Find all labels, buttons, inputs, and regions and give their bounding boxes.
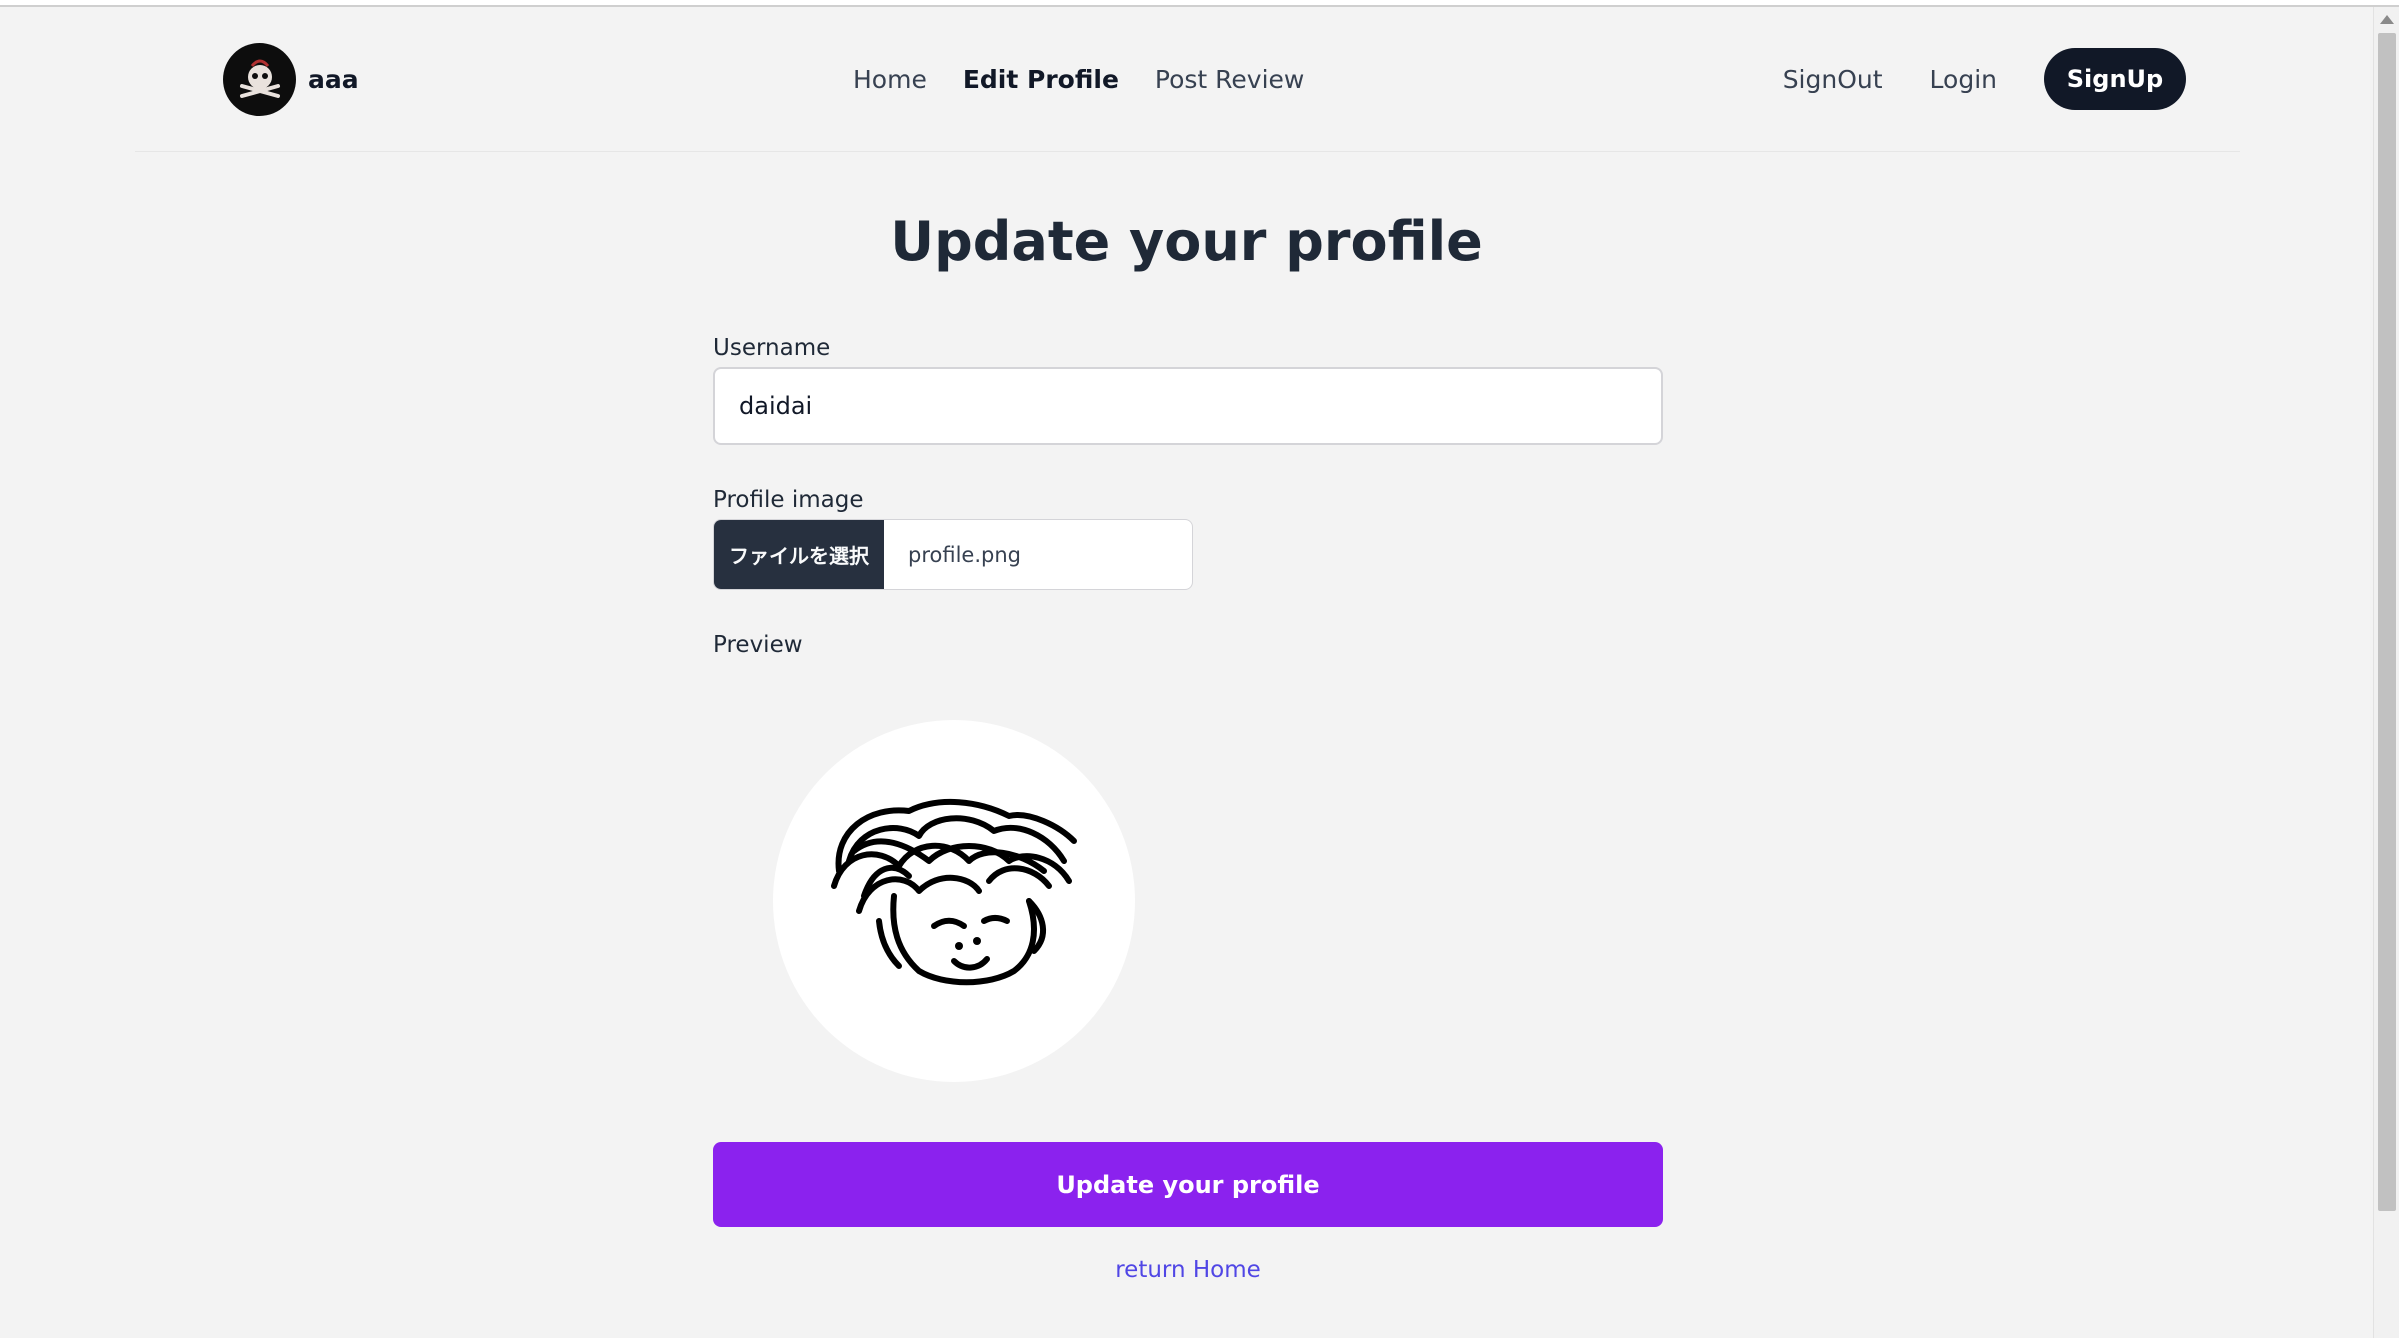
profile-image-label: Profile image (713, 487, 864, 513)
nav-post-review[interactable]: Post Review (1155, 65, 1304, 94)
vertical-scrollbar[interactable] (2373, 7, 2399, 1338)
signup-button[interactable]: SignUp (2044, 48, 2186, 110)
profile-image-file-input[interactable]: ファイルを選択 profile.png (713, 519, 1193, 590)
site-header: aaa Home Edit Profile Post Review SignOu… (135, 7, 2240, 152)
login-link[interactable]: Login (1930, 65, 1997, 94)
update-profile-button[interactable]: Update your profile (713, 1142, 1663, 1227)
profile-image-preview (773, 720, 1135, 1082)
face-drawing-icon (831, 799, 1077, 986)
signout-link[interactable]: SignOut (1783, 65, 1883, 94)
browser-top-edge (0, 0, 2399, 7)
preview-label: Preview (713, 632, 803, 658)
username-label: Username (713, 335, 831, 361)
return-home-link[interactable]: return Home (713, 1257, 1663, 1283)
nav-edit-profile[interactable]: Edit Profile (963, 65, 1119, 94)
nav-home[interactable]: Home (853, 65, 927, 94)
brand[interactable]: aaa (223, 43, 359, 116)
scroll-thumb[interactable] (2378, 33, 2396, 1211)
scroll-up-arrow-icon[interactable] (2380, 15, 2394, 24)
brand-name: aaa (308, 65, 359, 94)
main-nav: Home Edit Profile Post Review (853, 65, 1304, 94)
choose-file-button[interactable]: ファイルを選択 (714, 520, 884, 589)
auth-actions: SignOut Login SignUp (1783, 48, 2186, 110)
skull-logo-icon (223, 43, 296, 116)
profile-form: Username Profile image ファイルを選択 profile.p… (713, 335, 1663, 1283)
page-title: Update your profile (890, 210, 1483, 273)
selected-file-name: profile.png (908, 542, 1021, 567)
username-input[interactable] (713, 367, 1663, 445)
